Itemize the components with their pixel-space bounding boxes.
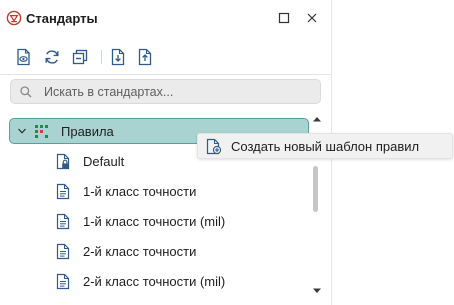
maximize-icon[interactable] (275, 9, 293, 27)
standards-logo-icon (6, 10, 22, 26)
document-icon (56, 213, 70, 230)
toolbar-separator (101, 50, 102, 64)
scroll-down-arrow-icon[interactable] (311, 287, 323, 295)
scroll-up-arrow-icon[interactable] (311, 115, 323, 123)
document-icon (56, 273, 70, 290)
tree-root-label: Правила (61, 124, 114, 139)
rules-grid-icon (35, 125, 48, 138)
document-icon (56, 183, 70, 200)
toolbar (0, 40, 331, 75)
tree-item-label: Default (83, 154, 125, 169)
tree-item-class1-mil[interactable]: 1-й класс точности (mil) (0, 209, 300, 235)
tree-item-label: 2-й класс точности (83, 244, 197, 259)
tree-item-class1[interactable]: 1-й класс точности (0, 179, 300, 205)
document-icon (56, 243, 70, 260)
tree-item-label: 1-й класс точности (mil) (83, 214, 226, 229)
tree-item-label: 1-й класс точности (83, 184, 197, 199)
scrollbar-thumb[interactable] (313, 166, 318, 212)
tree-item-label: 2-й класс точности (mil) (83, 274, 226, 289)
search-icon (20, 86, 32, 98)
menu-item-new-template[interactable]: Создать новый шаблон правил (198, 134, 452, 158)
tree-item-class2[interactable]: 2-й класс точности (0, 239, 300, 265)
search-box (10, 79, 321, 104)
menu-item-label: Создать новый шаблон правил (231, 139, 420, 154)
export-icon[interactable] (135, 47, 155, 67)
locked-document-icon (56, 153, 70, 170)
chevron-down-icon[interactable] (17, 126, 27, 136)
context-menu: Создать новый шаблон правил (197, 133, 453, 159)
refresh-icon[interactable] (42, 47, 62, 67)
collapse-all-icon[interactable] (70, 47, 90, 67)
tree-item-class2-mil[interactable]: 2-й класс точности (mil) (0, 269, 300, 295)
view-standard-icon[interactable] (14, 47, 34, 67)
new-template-icon (206, 138, 222, 155)
search-input[interactable] (44, 82, 314, 101)
import-icon[interactable] (108, 47, 128, 67)
close-icon[interactable] (303, 9, 321, 27)
panel-title: Стандарты (26, 11, 98, 26)
panel-titlebar: Стандарты (0, 0, 331, 36)
